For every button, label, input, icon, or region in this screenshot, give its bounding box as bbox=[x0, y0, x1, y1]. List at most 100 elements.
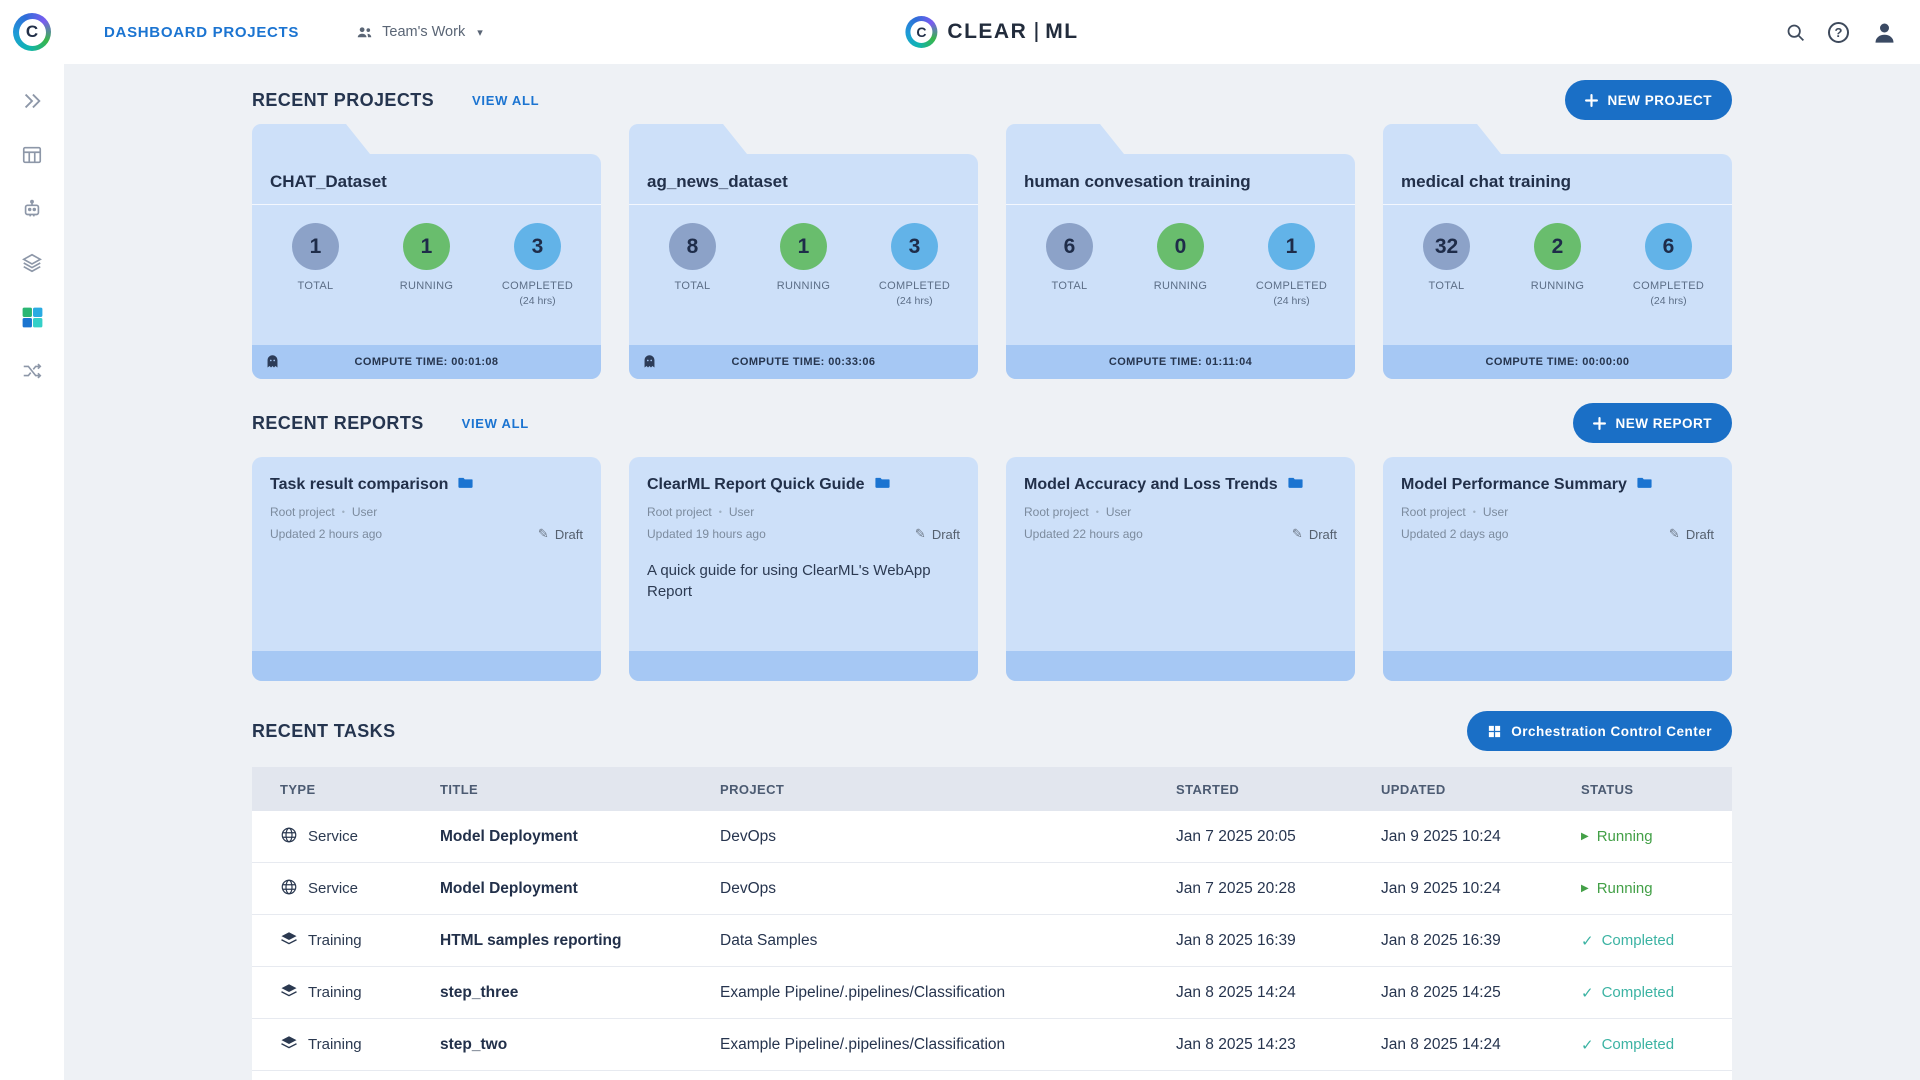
task-row[interactable]: Service Model Deployment DevOps Jan 7 20… bbox=[252, 863, 1732, 915]
total-count: 1 bbox=[292, 223, 339, 270]
folder-tab bbox=[1006, 124, 1124, 154]
task-row[interactable]: Training step_two Example Pipeline/.pipe… bbox=[252, 1019, 1732, 1071]
task-row[interactable]: Training step_three Example Pipeline/.pi… bbox=[252, 967, 1732, 1019]
reports-section-header: RECENT REPORTS VIEW ALL NEW REPORT bbox=[252, 403, 1732, 443]
report-author: User bbox=[1482, 505, 1509, 519]
task-started: Jan 8 2025 14:24 bbox=[1176, 983, 1296, 1001]
running-icon: ▶ bbox=[1581, 883, 1589, 894]
new-project-button[interactable]: NEW PROJECT bbox=[1565, 80, 1732, 120]
expand-sidebar-icon[interactable] bbox=[17, 86, 47, 116]
status-badge: ▶ Running bbox=[1581, 828, 1653, 845]
running-count: 0 bbox=[1157, 223, 1204, 270]
stat-running: 2 RUNNING bbox=[1515, 223, 1601, 292]
draft-badge: ✎ Draft bbox=[1291, 526, 1337, 542]
datasets-icon[interactable] bbox=[17, 140, 47, 170]
task-title: HTML samples reporting bbox=[440, 931, 622, 949]
col-started: STARTED bbox=[1176, 781, 1240, 797]
folder-tab bbox=[629, 124, 747, 154]
app-logo[interactable]: C bbox=[0, 13, 64, 51]
task-project: Example Pipeline/.pipelines/Classificati… bbox=[720, 983, 1006, 1001]
dot-separator: • bbox=[1095, 507, 1099, 517]
task-updated: Jan 9 2025 10:24 bbox=[1381, 827, 1501, 845]
brand-clear: CLEAR bbox=[947, 20, 1028, 43]
project-name: CHAT_Dataset bbox=[252, 154, 601, 205]
report-description: A quick guide for using ClearML's WebApp… bbox=[647, 562, 931, 600]
folder-icon bbox=[1636, 474, 1653, 496]
report-card-footer bbox=[1006, 651, 1355, 681]
project-card-footer: COMPUTE TIME: 00:00:00 bbox=[1383, 345, 1732, 379]
report-title: Model Accuracy and Loss Trends bbox=[1024, 476, 1278, 493]
project-cards-row: CHAT_Dataset 1 TOTAL 1 RUNNING 3 COMPLET bbox=[252, 124, 1732, 379]
task-title: Model Deployment bbox=[440, 827, 578, 845]
hyperdatasets-icon[interactable] bbox=[17, 248, 47, 278]
workspace-selector[interactable]: Team's Work ▾ bbox=[355, 23, 483, 42]
project-card[interactable]: medical chat training 32 TOTAL 2 RUNNING… bbox=[1383, 124, 1732, 379]
service-icon bbox=[280, 826, 298, 848]
projects-view-all-link[interactable]: VIEW ALL bbox=[472, 93, 539, 108]
team-icon bbox=[355, 23, 374, 42]
report-card[interactable]: Task result comparison Root project • Us… bbox=[252, 457, 601, 681]
total-count: 8 bbox=[669, 223, 716, 270]
stat-total: 8 TOTAL bbox=[650, 223, 736, 292]
projects-heading: RECENT PROJECTS bbox=[252, 89, 435, 110]
project-card[interactable]: human convesation training 6 TOTAL 0 RUN… bbox=[1006, 124, 1355, 379]
main-area: RECENT PROJECTS VIEW ALL NEW PROJECT CHA… bbox=[64, 64, 1920, 1080]
reports-view-all-link[interactable]: VIEW ALL bbox=[462, 416, 529, 431]
workers-queues-icon[interactable] bbox=[17, 356, 47, 386]
task-started: Jan 7 2025 20:28 bbox=[1176, 879, 1296, 897]
compute-time: COMPUTE TIME: 01:11:04 bbox=[1108, 356, 1253, 368]
col-type: TYPE bbox=[280, 781, 316, 797]
ghost-icon bbox=[264, 353, 281, 375]
pipelines-icon[interactable] bbox=[17, 194, 47, 224]
stat-completed: 3 COMPLETED (24 hrs) bbox=[872, 223, 958, 307]
project-card[interactable]: ag_news_dataset 8 TOTAL 1 RUNNING 3 COMP bbox=[629, 124, 978, 379]
stat-running: 1 RUNNING bbox=[761, 223, 847, 292]
draft-badge: ✎ Draft bbox=[537, 526, 583, 542]
chevron-down-icon: ▾ bbox=[477, 26, 483, 39]
task-row[interactable]: Training HTML samples reporting Data Sam… bbox=[252, 915, 1732, 967]
task-row[interactable]: Service Model Deployment DevOps Jan 7 20… bbox=[252, 811, 1732, 863]
training-icon bbox=[280, 982, 298, 1004]
col-title: TITLE bbox=[440, 781, 479, 797]
task-project: DevOps bbox=[720, 827, 776, 845]
task-started: Jan 7 2025 20:05 bbox=[1176, 827, 1296, 845]
running-count: 1 bbox=[403, 223, 450, 270]
report-title: Model Performance Summary bbox=[1401, 476, 1627, 493]
table-filler bbox=[252, 1071, 1732, 1080]
completed-count: 3 bbox=[514, 223, 561, 270]
report-card-footer bbox=[629, 651, 978, 681]
orchestration-control-center-button[interactable]: Orchestration Control Center bbox=[1467, 711, 1732, 751]
project-card[interactable]: CHAT_Dataset 1 TOTAL 1 RUNNING 3 COMPLET bbox=[252, 124, 601, 379]
help-icon[interactable]: ? bbox=[1828, 21, 1849, 43]
reports-heading: RECENT REPORTS bbox=[252, 412, 424, 433]
stat-total: 1 TOTAL bbox=[273, 223, 359, 292]
dashboard-active-icon[interactable] bbox=[17, 302, 47, 332]
dot-separator: • bbox=[341, 507, 345, 517]
dot-separator: • bbox=[1472, 507, 1476, 517]
report-card[interactable]: ClearML Report Quick Guide Root project … bbox=[629, 457, 978, 681]
training-icon bbox=[280, 1034, 298, 1056]
sidebar bbox=[0, 64, 64, 1080]
completed-icon: ✓ bbox=[1581, 1036, 1594, 1054]
report-card[interactable]: Model Performance Summary Root project •… bbox=[1383, 457, 1732, 681]
col-updated: UPDATED bbox=[1381, 781, 1446, 797]
tasks-table-header: TYPE TITLE PROJECT STARTED UPDATED STATU… bbox=[252, 767, 1732, 811]
report-author: User bbox=[351, 505, 378, 519]
completed-icon: ✓ bbox=[1581, 932, 1594, 950]
search-icon[interactable] bbox=[1785, 22, 1806, 43]
project-name: ag_news_dataset bbox=[629, 154, 978, 205]
task-title: step_two bbox=[440, 1035, 508, 1053]
nav-dashboard-projects[interactable]: DASHBOARD PROJECTS bbox=[104, 24, 299, 41]
folder-icon bbox=[874, 474, 891, 496]
report-project: Root project bbox=[270, 505, 335, 519]
report-card[interactable]: Model Accuracy and Loss Trends Root proj… bbox=[1006, 457, 1355, 681]
workspace-label: Team's Work bbox=[382, 24, 466, 40]
project-card-footer: COMPUTE TIME: 01:11:04 bbox=[1006, 345, 1355, 379]
user-avatar[interactable] bbox=[1871, 19, 1898, 46]
brand-logo: C CLEAR ML bbox=[905, 16, 1078, 48]
running-count: 1 bbox=[780, 223, 827, 270]
clearml-logo-icon: C bbox=[905, 16, 938, 48]
report-project: Root project bbox=[647, 505, 712, 519]
new-report-button[interactable]: NEW REPORT bbox=[1573, 403, 1732, 443]
report-title: ClearML Report Quick Guide bbox=[647, 476, 865, 493]
